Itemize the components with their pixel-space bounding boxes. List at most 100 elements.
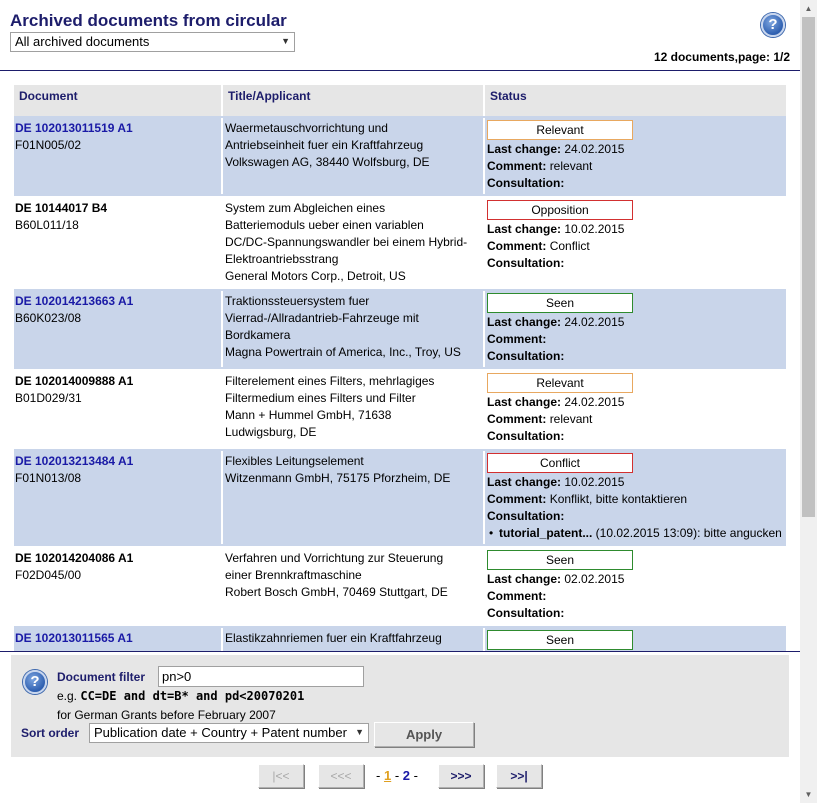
table-row: DE 102014009888 A1 B01D029/31 Filterelemen… bbox=[14, 369, 786, 449]
comment-label: Comment: bbox=[487, 492, 547, 506]
status-badge[interactable]: Seen bbox=[487, 293, 633, 313]
filter-panel: ? Document filter e.g. CC=DE and dt=B* a… bbox=[11, 655, 789, 757]
page-link-1[interactable]: 1 bbox=[384, 768, 391, 783]
previous-page-button[interactable]: <<< bbox=[318, 764, 364, 788]
last-change-label: Last change: bbox=[487, 142, 562, 156]
comment-label: Comment: bbox=[487, 412, 547, 426]
last-change: Last change: 24.02.2015 bbox=[487, 141, 784, 158]
title-line: Vierrad-/Allradantrieb-Fahrzeuge mit bbox=[225, 311, 419, 325]
archive-filter-select[interactable]: All archived documents ▼ bbox=[10, 32, 295, 52]
status-cell: SeenLast change: Comment: Consultation: bbox=[483, 628, 786, 651]
table-row: DE 102013011565 A1 Elastikzahnriemen fuer… bbox=[14, 626, 786, 651]
scroll-up-icon[interactable]: ▲ bbox=[800, 0, 817, 17]
status-cell: Seen Last change: 24.02.2015 Comment: Cons… bbox=[483, 291, 786, 367]
comment-value: Conflict bbox=[549, 239, 590, 253]
document-number: DE 10144017 B4 bbox=[15, 201, 108, 215]
consultation-label: Consultation: bbox=[487, 349, 565, 363]
filter-example: e.g. CC=DE and dt=B* and pd<20070201 bbox=[57, 689, 304, 703]
sort-order-select[interactable]: Publication date + Country + Patent numb… bbox=[89, 723, 369, 743]
page-title: Archived documents from circular bbox=[10, 11, 287, 30]
apply-button[interactable]: Apply bbox=[374, 722, 474, 747]
comment-value: relevant bbox=[549, 159, 593, 173]
last-change-value: 24.02.2015 bbox=[564, 142, 625, 156]
status-badge[interactable]: Relevant bbox=[487, 373, 633, 393]
question-mark-icon[interactable]: ? bbox=[23, 670, 47, 694]
document-number-link[interactable]: DE 102013213484 A1 bbox=[15, 453, 219, 470]
column-header-title: Title/Applicant bbox=[221, 85, 483, 116]
footer-divider bbox=[0, 651, 800, 652]
page-link-2[interactable]: 2 bbox=[403, 768, 410, 783]
document-number-link[interactable]: DE 102013011519 A1 bbox=[15, 120, 219, 137]
document-filter-label: Document filter bbox=[57, 670, 146, 684]
status-badge[interactable]: Opposition bbox=[487, 200, 633, 220]
title-applicant-cell: Waermetauschvorrichtung und Antriebseinhe… bbox=[221, 118, 483, 194]
status-badge[interactable]: Seen bbox=[487, 550, 633, 570]
last-change: Last change: 24.02.2015 bbox=[487, 394, 784, 411]
ipc-class: B60L011/18 bbox=[15, 218, 79, 232]
status-badge[interactable]: Seen bbox=[487, 630, 633, 650]
comment: Comment: Conflict bbox=[487, 238, 784, 255]
consultation: Consultation: bbox=[487, 508, 784, 525]
document-cell: DE 102013011519 A1 F01N005/02 bbox=[14, 118, 221, 194]
status-badge[interactable]: Conflict bbox=[487, 453, 633, 473]
document-number-link[interactable]: DE 102013011565 A1 bbox=[15, 630, 219, 647]
table-row: DE 102014204086 A1 F02D045/00 Verfahren un… bbox=[14, 546, 786, 626]
title-line: Filterelement eines Filters, mehrlagiges bbox=[225, 374, 435, 388]
ipc-class: F02D045/00 bbox=[15, 568, 82, 582]
column-header-status: Status bbox=[483, 85, 786, 116]
table-row: DE 102013011519 A1 F01N005/02 Waermetausch… bbox=[14, 116, 786, 196]
document-number: DE 102014204086 A1 bbox=[15, 551, 134, 565]
status-cell: Seen Last change: 02.02.2015 Comment: Cons… bbox=[483, 548, 786, 624]
last-change: Last change: 24.02.2015 bbox=[487, 314, 784, 331]
document-list-area: Document Title/Applicant Status DE 10201… bbox=[0, 71, 800, 651]
title-line: Traktionssteuersystem fuer bbox=[225, 294, 370, 308]
title-line: Batteriemoduls ueber einen variablen bbox=[225, 218, 424, 232]
document-filter-input[interactable] bbox=[158, 666, 364, 687]
consultation-text: (10.02.2015 13:09): bitte angucken bbox=[592, 526, 782, 540]
scrollbar-thumb[interactable] bbox=[802, 17, 815, 517]
title-line: Antriebseinheit fuer ein Kraftfahrzeug bbox=[225, 138, 424, 152]
vertical-scrollbar[interactable]: ▲ ▼ bbox=[800, 0, 817, 803]
last-change: Last change: 02.02.2015 bbox=[487, 571, 784, 588]
status-cell: Opposition Last change: 10.02.2015 Comment… bbox=[483, 198, 786, 287]
comment-label: Comment: bbox=[487, 332, 547, 346]
title-line: Waermetauschvorrichtung und bbox=[225, 121, 388, 135]
title-line: Ludwigsburg, DE bbox=[225, 425, 317, 439]
table-row: DE 102013213484 A1 F01N013/08 Flexibles Le… bbox=[14, 449, 786, 546]
document-cell: DE 10144017 B4 B60L011/18 bbox=[14, 198, 221, 287]
filter-hint: for German Grants before February 2007 bbox=[57, 708, 276, 722]
comment-label: Comment: bbox=[487, 589, 547, 603]
last-change: Last change: 10.02.2015 bbox=[487, 474, 784, 491]
last-change-label: Last change: bbox=[487, 475, 562, 489]
comment: Comment: relevant bbox=[487, 158, 784, 175]
title-line: System zum Abgleichen eines bbox=[225, 201, 386, 215]
last-change-label: Last change: bbox=[487, 222, 562, 236]
title-line: Elastikzahnriemen fuer ein Kraftfahrzeug bbox=[225, 631, 442, 645]
document-number: DE 102014009888 A1 bbox=[15, 374, 134, 388]
next-page-button[interactable]: >>> bbox=[438, 764, 484, 788]
page-dash: - bbox=[413, 768, 418, 783]
last-page-button[interactable]: >>| bbox=[496, 764, 542, 788]
status-cell: Relevant Last change: 24.02.2015 Comment: … bbox=[483, 371, 786, 447]
first-page-button[interactable]: |<< bbox=[258, 764, 304, 788]
column-header-document: Document bbox=[19, 89, 78, 103]
document-cell: DE 102014213663 A1 B60K023/08 bbox=[14, 291, 221, 367]
title-line: Mann + Hummel GmbH, 71638 bbox=[225, 408, 392, 422]
title-applicant-cell: Traktionssteuersystem fuer Vierrad-/Allra… bbox=[221, 291, 483, 367]
title-line: Flexibles Leitungselement bbox=[225, 454, 364, 468]
last-change-value: 02.02.2015 bbox=[564, 572, 625, 586]
document-count: 12 documents,page: 1/2 bbox=[653, 50, 790, 64]
document-cell: DE 102013213484 A1 F01N013/08 bbox=[14, 451, 221, 544]
title-line: Verfahren und Vorrichtung zur Steuerung bbox=[225, 551, 444, 565]
ipc-class: F01N013/08 bbox=[15, 471, 82, 485]
page-numbers: - 1 - 2 - bbox=[376, 768, 418, 783]
ipc-class: B01D029/31 bbox=[15, 391, 82, 405]
scroll-down-icon[interactable]: ▼ bbox=[800, 786, 817, 803]
question-mark-icon[interactable]: ? bbox=[761, 13, 785, 37]
title-line: General Motors Corp., Detroit, US bbox=[225, 269, 406, 283]
last-change: Last change: 10.02.2015 bbox=[487, 221, 784, 238]
document-number-link[interactable]: DE 102014213663 A1 bbox=[15, 293, 219, 310]
comment-value: Konflikt, bitte kontaktieren bbox=[549, 492, 688, 506]
title-line: Filtermedium eines Filters und Filter bbox=[225, 391, 416, 405]
status-badge[interactable]: Relevant bbox=[487, 120, 633, 140]
